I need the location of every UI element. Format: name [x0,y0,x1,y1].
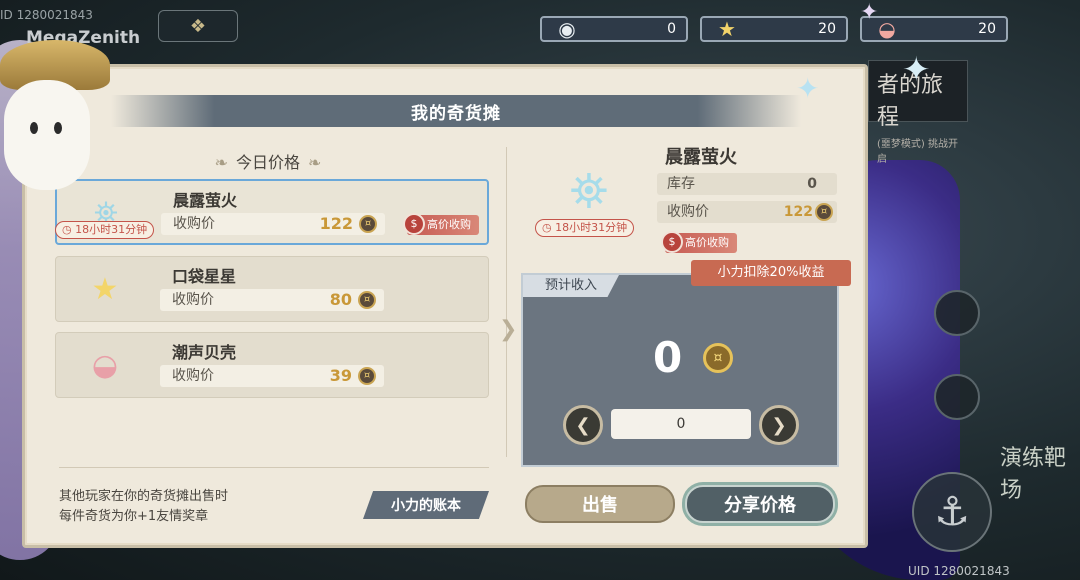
price-value: 39 [329,366,352,385]
item-name: 晨露萤火 [173,191,238,210]
player-uid-bottom: UID 1280021843 [908,564,1010,578]
price-label: 收购价 [172,292,214,308]
high-price-badge: $ 高价收购 [403,213,479,235]
divider [506,147,507,457]
sparkle-icon: ✦ [860,0,879,25]
deduction-badge: 小力扣除20%收益 [691,260,851,286]
share-price-button[interactable]: 分享价格 [685,485,835,523]
sell-button[interactable]: 出售 [525,485,675,523]
divider [59,467,489,468]
shop-panel: 我的奇货摊 今日价格 ⛯ ◷ 18小时31分钟 晨露萤火 收购价 122 ¤ $… [22,64,868,548]
price-label: 收购价 [173,216,215,232]
currency-value: 20 [978,21,996,37]
panel-title: 我的奇货摊 [111,95,801,127]
currency-value: 20 [818,21,836,37]
timer-badge: ◷ 18小时31分钟 [535,219,635,237]
stock-label: 库存 [667,176,695,192]
info-line: 每件奇货为你+1友情奖章 [59,509,209,524]
section-title: 今日价格 [173,149,363,173]
currency-bar-orb[interactable]: ◉ 0 [540,16,688,42]
shell-icon: ◒ [91,347,119,383]
detail-item-name: 晨露萤火 [665,147,737,168]
eye [54,122,62,134]
price-row: 收购价 122 ¤ [657,201,837,223]
training-ground-label[interactable]: 演练靶场 [1000,440,1080,504]
anchor-button[interactable]: ⚓ [912,472,992,552]
coin-stack-icon: $ [661,231,683,253]
eye-orb-icon: ◉ [558,17,576,41]
decrease-button[interactable]: ❮ [563,405,603,445]
chevron-right-icon: ❯ [771,414,787,436]
increase-button[interactable]: ❯ [759,405,799,445]
star-icon: ★ [718,17,736,41]
income-label: 预计收入 [523,275,619,297]
coin-icon: ¤ [358,291,376,309]
price-label: 收购价 [172,368,214,384]
chevron-right-icon: ❯ [499,317,518,342]
price-bar: 收购价 122 ¤ [161,213,385,235]
ledger-button[interactable]: 小力的账本 [363,491,489,519]
coin-icon: ¤ [703,343,733,373]
income-box: 预计收入 0 ¤ ❮ 0 ❯ [521,273,839,467]
stock-row: 库存 0 [657,173,837,195]
mascot-character [0,40,110,230]
currency-bar-shell[interactable]: ◒ 20 [860,16,1008,42]
coin-stack-icon: $ [403,213,425,235]
price-value: 80 [329,290,352,309]
player-uid: ID 1280021843 [0,8,93,22]
eye [30,122,38,134]
item-name: 口袋星星 [172,267,237,286]
income-value: 0 [653,333,683,382]
list-item[interactable]: ◒ 潮声贝壳 收购价 39 ¤ [55,332,489,398]
price-value: 122 [319,214,353,233]
map-round-button[interactable] [934,290,980,336]
price-bar: 收购价 39 ¤ [160,365,384,387]
quantity-field[interactable]: 0 [611,409,751,439]
price-label: 收购价 [667,204,709,220]
coin-icon: ¤ [359,215,377,233]
info-text: 其他玩家在你的奇货摊出售时 每件奇货为你+1友情奖章 [59,487,228,527]
item-name: 潮声贝壳 [172,343,237,362]
menu-button[interactable]: ❖ [158,10,238,42]
anchor-icon: ⚓ [934,489,970,535]
currency-bar-star[interactable]: ★ 20 [700,16,848,42]
sparkle-icon: ✦ [902,50,931,90]
coin-icon: ¤ [815,203,833,221]
stock-value: 0 [807,176,817,192]
map-round-button[interactable] [934,374,980,420]
chevron-left-icon: ❮ [575,414,591,436]
star-icon: ★ [91,271,119,307]
mascot-body [4,80,90,190]
list-item[interactable]: ★ 口袋星星 收购价 80 ¤ [55,256,489,322]
price-bar: 收购价 80 ¤ [160,289,384,311]
coin-icon: ¤ [358,367,376,385]
journey-sign-subtitle: (噩梦模式) 挑战开启 [877,139,958,165]
currency-value: 0 [667,21,676,37]
sparkle-icon: ✦ [796,72,820,105]
high-price-badge: $ 高价收购 [661,231,737,253]
price-value: 122 [783,204,813,220]
list-item[interactable]: ⛯ ◷ 18小时31分钟 晨露萤火 收购价 122 ¤ $ 高价收购 [55,179,489,245]
info-line: 其他玩家在你的奇货摊出售时 [59,489,229,504]
grid-icon: ❖ [189,15,207,37]
